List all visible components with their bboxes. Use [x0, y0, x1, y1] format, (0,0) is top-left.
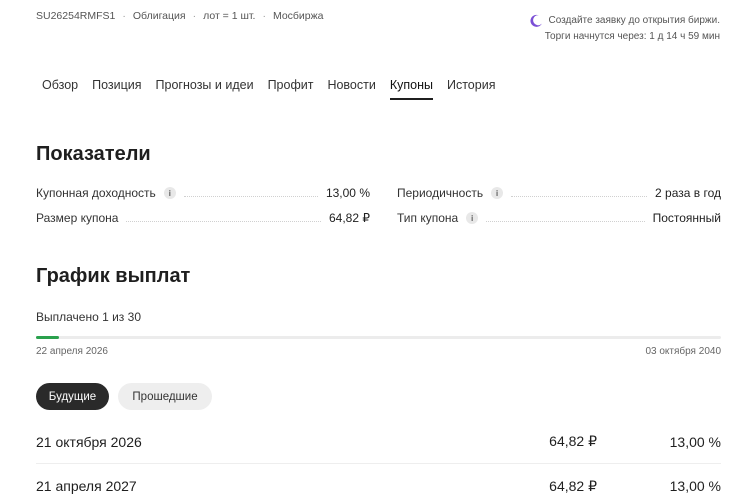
payment-row: 21 октября 2026 64,82 ₽ 13,00 %: [36, 420, 721, 464]
dotted-leader: [126, 214, 321, 222]
coupon-type-label: Тип купона: [397, 211, 459, 225]
coupon-size-label: Размер купона: [36, 211, 119, 225]
payment-amount: 64,82 ₽: [549, 477, 597, 494]
payment-date: 21 апреля 2027: [36, 478, 137, 494]
tab-profit[interactable]: Профит: [268, 76, 314, 100]
instrument-exchange: Мосбиржа: [272, 10, 324, 22]
frequency-row: Периодичность i 2 раза в год: [397, 186, 721, 200]
separator-dot: ·: [122, 10, 126, 22]
instrument-lot: лот = 1 шт.: [203, 10, 256, 22]
coupon-size-value: 64,82 ₽: [329, 211, 370, 225]
tab-position[interactable]: Позиция: [92, 76, 141, 100]
dotted-leader: [511, 189, 648, 197]
frequency-label: Периодичность: [397, 186, 484, 200]
info-icon[interactable]: i: [491, 187, 504, 199]
dotted-leader: [486, 214, 645, 222]
coupon-type-row: Тип купона i Постоянный: [397, 211, 721, 225]
coupon-yield-row: Купонная доходность i 13,00 %: [36, 186, 370, 200]
instrument-tabs: Обзор Позиция Прогнозы и идеи Профит Нов…: [36, 76, 509, 100]
info-icon[interactable]: i: [163, 187, 176, 199]
separator-dot: ·: [192, 10, 197, 22]
instrument-meta: SU26254RMFS1 · Облигация · лот = 1 шт. ·…: [36, 10, 324, 22]
instrument-type: Облигация: [132, 10, 186, 22]
instrument-ticker: SU26254RMFS1: [36, 10, 116, 22]
market-closed-notice: Создайте заявку до открытия биржи. Торги…: [529, 13, 720, 45]
filter-past-button[interactable]: Прошедшие: [118, 383, 212, 410]
payment-date: 21 октября 2026: [36, 433, 142, 450]
dotted-leader: [183, 189, 318, 197]
coupon-yield-value: 13,00 %: [325, 186, 370, 200]
moon-icon: [529, 14, 543, 28]
coupon-yield-label: Купонная доходность: [36, 186, 156, 200]
tab-forecasts[interactable]: Прогнозы и идеи: [156, 76, 254, 100]
payment-percent: 13,00 %: [669, 433, 721, 450]
progress-fill: [36, 336, 59, 339]
payment-percent: 13,00 %: [669, 478, 721, 494]
payments-progress-bar: [36, 336, 721, 339]
notice-text: Создайте заявку до открытия биржи.: [548, 15, 720, 26]
payment-row: 21 апреля 2027 64,82 ₽ 13,00 %: [36, 464, 721, 500]
tab-coupons[interactable]: Купоны: [389, 76, 434, 100]
info-icon[interactable]: i: [466, 212, 479, 224]
paid-count: Выплачено 1 из 30: [36, 310, 141, 324]
coupon-type-value: Постоянный: [652, 211, 721, 225]
notice-countdown: Торги начнутся через: 1 д 14 ч 59 мин: [544, 31, 720, 42]
filter-future-button[interactable]: Будущие: [36, 383, 109, 410]
separator-dot: ·: [262, 10, 266, 22]
indicators-title: Показатели: [36, 143, 151, 165]
frequency-value: 2 раза в год: [655, 186, 721, 200]
coupon-size-row: Размер купона 64,82 ₽: [36, 211, 370, 225]
tab-history[interactable]: История: [447, 76, 495, 100]
schedule-start-date: 22 апреля 2026: [36, 346, 108, 357]
tab-overview[interactable]: Обзор: [42, 76, 78, 100]
tab-news[interactable]: Новости: [327, 76, 375, 100]
schedule-end-date: 03 октября 2040: [645, 346, 721, 357]
schedule-title: График выплат: [36, 265, 191, 287]
payment-amount: 64,82 ₽: [549, 433, 597, 449]
